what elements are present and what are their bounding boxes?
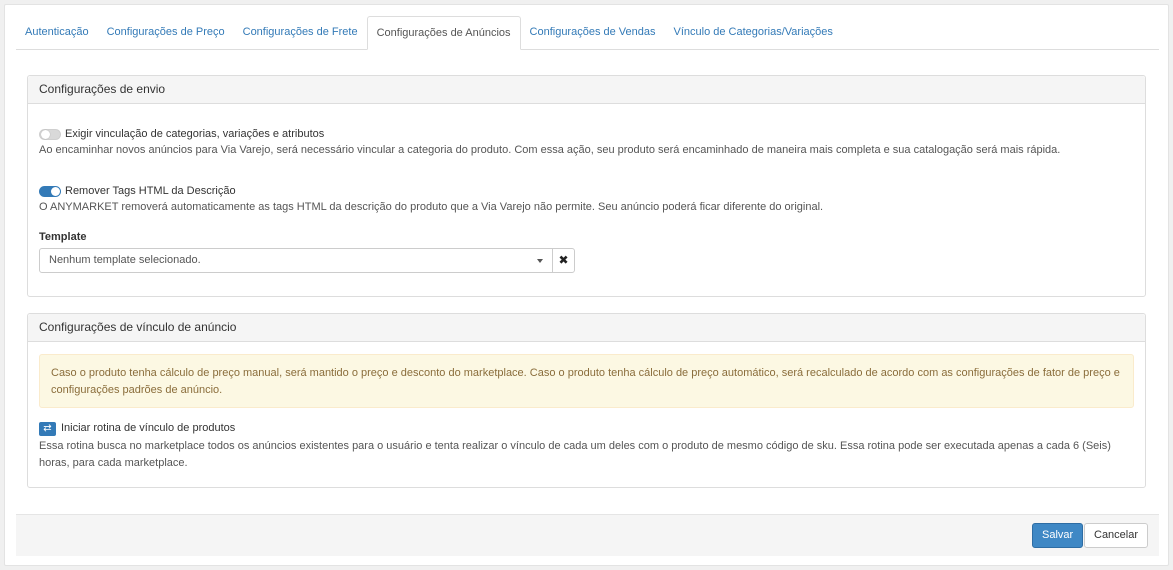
tab-autenticacao[interactable]: Autenticação [16, 16, 98, 49]
form-footer: Salvar Cancelar [16, 514, 1159, 556]
shipping-settings-panel: Configurações de envio Exigir vinculação… [27, 75, 1146, 297]
require-linking-toggle[interactable] [39, 129, 61, 140]
link-routine-description: Essa rotina busca no marketplace todos o… [39, 440, 1111, 469]
template-select[interactable]: Nenhum template selecionado. [39, 248, 553, 273]
clear-template-button[interactable]: ✖ [552, 248, 575, 273]
tab-configuracoes-frete[interactable]: Configurações de Frete [234, 16, 367, 49]
start-link-routine-link[interactable]: Iniciar rotina de vínculo de produtos [61, 422, 235, 434]
panel-title: Configurações de vínculo de anúncio [28, 314, 1145, 342]
tab-configuracoes-preco[interactable]: Configurações de Preço [98, 16, 234, 49]
remove-html-label: Remover Tags HTML da Descrição [65, 185, 236, 197]
cancel-button[interactable]: Cancelar [1084, 523, 1149, 548]
toggle-knob [51, 187, 60, 196]
exchange-icon[interactable]: ⇄ [39, 422, 56, 436]
require-linking-label: Exigir vinculação de categorias, variaçõ… [65, 128, 325, 140]
tab-configuracoes-anuncios[interactable]: Configurações de Anúncios [366, 16, 521, 50]
template-label: Template [39, 231, 87, 243]
listing-link-settings-panel: Configurações de vínculo de anúncio Caso… [27, 313, 1146, 488]
template-select-value: Nenhum template selecionado. [49, 254, 201, 266]
remove-html-toggle[interactable] [39, 186, 61, 197]
remove-html-description: O ANYMARKET removerá automaticamente as … [39, 201, 824, 213]
price-info-alert: Caso o produto tenha cálculo de preço ma… [39, 354, 1134, 408]
save-button[interactable]: Salvar [1032, 523, 1084, 548]
toggle-knob [41, 130, 50, 139]
panel-title: Configurações de envio [28, 76, 1145, 104]
tab-configuracoes-vendas[interactable]: Configurações de Vendas [521, 16, 665, 49]
settings-container: Autenticação Configurações de Preço Conf… [4, 4, 1169, 566]
times-icon: ✖ [558, 253, 569, 267]
chevron-down-icon [537, 259, 543, 263]
require-linking-description: Ao encaminhar novos anúncios para Via Va… [39, 144, 1061, 156]
tab-vinculo-categorias[interactable]: Vínculo de Categorias/Variações [665, 16, 842, 49]
tab-bar: Autenticação Configurações de Preço Conf… [16, 16, 1159, 50]
